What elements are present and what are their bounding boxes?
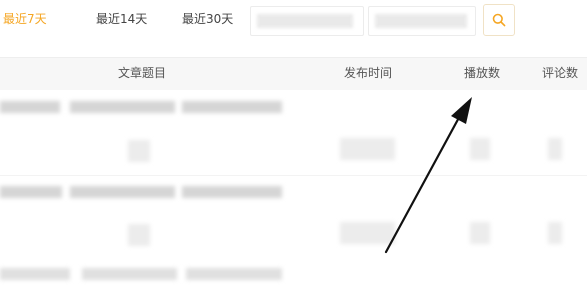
annotation-arrow-icon [384, 97, 472, 254]
